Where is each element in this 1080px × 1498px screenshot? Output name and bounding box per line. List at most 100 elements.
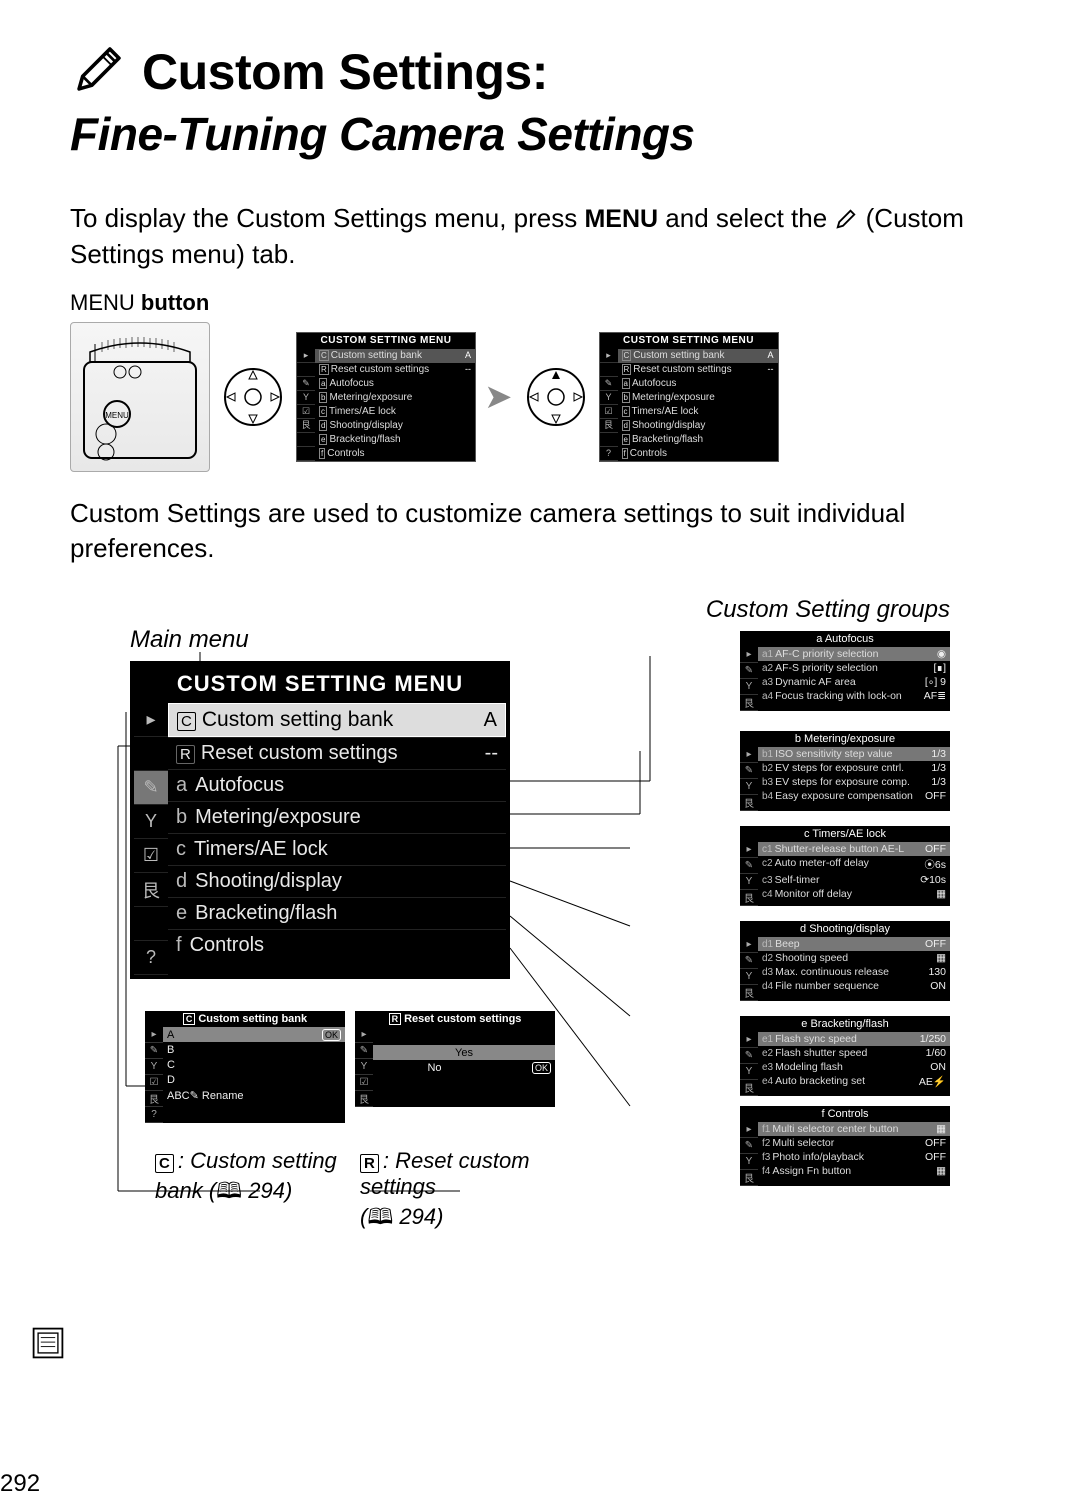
bank-caption-text1: : Custom setting (178, 1148, 337, 1173)
group-title: f Controls (740, 1106, 950, 1122)
sub-lcd-row: AOK (163, 1027, 345, 1042)
lcd-row: cTimers/AE lock (315, 405, 475, 419)
group-title: a Autofocus (740, 631, 950, 647)
bank-caption-page: 294 (248, 1178, 285, 1203)
section-marker-icon (30, 1325, 66, 1366)
sub-lcd-row: NoOK (373, 1060, 555, 1075)
group-lcd-d: d Shooting/display▸✎Y艮d1BeepOFFd2Shootin… (740, 921, 950, 1001)
reset-caption-badge: R (360, 1154, 379, 1173)
big-lcd-row: CCustom setting bankA (168, 703, 506, 737)
sub-lcd-row: ABC✎ Rename (163, 1087, 345, 1103)
group-row: c3Self-timer⟳10s (758, 873, 950, 887)
lcd-row: fControls (315, 447, 475, 461)
sub-lcd-row: C (163, 1057, 345, 1072)
group-lcd-b: b Metering/exposure▸✎Y艮b1ISO sensitivity… (740, 731, 950, 811)
bank-caption-badge: C (155, 1154, 174, 1173)
big-lcd-row: fControls (168, 929, 506, 961)
big-lcd-row: aAutofocus (168, 769, 506, 801)
sub-lcd-row: B (163, 1042, 345, 1057)
big-lcd-row: dShooting/display (168, 865, 506, 897)
lcd-title: CUSTOM SETTING MENU (297, 333, 475, 349)
group-row: f2Multi selectorOFF (758, 1136, 950, 1150)
bank-caption-text2: bank ( (155, 1178, 216, 1203)
page-ref-icon: 🕮 (367, 1204, 399, 1229)
group-lcd-e: e Bracketing/flash▸✎Y艮e1Flash sync speed… (740, 1016, 950, 1096)
main-menu-label: Main menu (130, 626, 249, 654)
lcd-row: CCustom setting bankA (315, 349, 475, 363)
group-title: c Timers/AE lock (740, 826, 950, 842)
group-row: e1Flash sync speed1/250 (758, 1032, 950, 1046)
multi-selector-icon (521, 352, 591, 442)
group-row: c1Shutter-release button AE-LOFF (758, 842, 950, 856)
group-row: b4Easy exposure compensationOFF (758, 789, 950, 803)
menu-keyword: MENU (584, 205, 658, 233)
lcd-row: bMetering/exposure (315, 391, 475, 405)
group-row: e2Flash shutter speed1/60 (758, 1046, 950, 1060)
lcd-row: cTimers/AE lock (618, 405, 778, 419)
bank-caption: C: Custom setting bank (🕮 294) (155, 1148, 365, 1212)
reset-caption-page: 294 (399, 1204, 436, 1229)
group-row: f1Multi selector center button▦ (758, 1122, 950, 1136)
page-number: 292 (0, 1470, 40, 1498)
reset-caption-text1: : Reset custom (383, 1148, 530, 1173)
group-title: e Bracketing/flash (740, 1016, 950, 1032)
group-lcd-a: a Autofocus▸✎Y艮a1AF-C priority selection… (740, 631, 950, 711)
group-row: b3EV steps for exposure comp.1/3 (758, 775, 950, 789)
big-lcd-title: CUSTOM SETTING MENU (134, 665, 506, 703)
group-row: a3Dynamic AF area[∘] 9 (758, 675, 950, 689)
lcd-row: aAutofocus (315, 377, 475, 391)
intro-text-1: To display the Custom Settings menu, pre… (70, 203, 584, 233)
multi-selector-icon (218, 352, 288, 442)
menu-keyword: MENU (70, 290, 135, 315)
big-lcd-row: bMetering/exposure (168, 801, 506, 833)
group-row: d1BeepOFF (758, 937, 950, 951)
big-lcd-row: eBracketing/flash (168, 897, 506, 929)
group-title: d Shooting/display (740, 921, 950, 937)
bank-lcd-title: CCustom setting bank (145, 1011, 345, 1027)
lcd-row: dShooting/display (618, 419, 778, 433)
page-ref-icon: 🕮 (216, 1178, 248, 1203)
lcd-row: dShooting/display (315, 419, 475, 433)
small-lcd-1: CUSTOM SETTING MENU ▸✎Y☑艮 CCustom settin… (296, 332, 476, 462)
group-row: b2EV steps for exposure cntrl.1/3 (758, 761, 950, 775)
arrow-right-icon: ➤ (484, 377, 513, 417)
menu-button-suffix: button (141, 290, 209, 315)
group-row: c2Auto meter-off delay⦿6s (758, 856, 950, 873)
pencil-icon (834, 203, 858, 233)
lcd-row: CCustom setting bankA (618, 349, 778, 363)
heading-row: Custom Settings: (70, 40, 1010, 103)
intro-paragraph: To display the Custom Settings menu, pre… (70, 201, 1010, 272)
lcd-row: eBracketing/flash (618, 433, 778, 447)
group-row: a2AF-S priority selection[∎] (758, 661, 950, 675)
intro-text-2: and select the (658, 203, 834, 233)
page-subtitle: Fine-Tuning Camera Settings (70, 107, 1010, 161)
group-row: e4Auto bracketing setAE⚡ (758, 1074, 950, 1089)
reset-caption: R: Reset custom settings (🕮 294) (360, 1148, 570, 1238)
lcd-row: RReset custom settings-- (618, 363, 778, 377)
group-title: b Metering/exposure (740, 731, 950, 747)
group-row: b1ISO sensitivity step value1/3 (758, 747, 950, 761)
group-row: d3Max. continuous release130 (758, 965, 950, 979)
group-lcd-f: f Controls▸✎Y艮f1Multi selector center bu… (740, 1106, 950, 1186)
custom-setting-groups-label: Custom Setting groups (706, 596, 950, 624)
big-lcd-row: RReset custom settings-- (168, 737, 506, 769)
lcd-row: bMetering/exposure (618, 391, 778, 405)
pencil-icon (70, 40, 128, 103)
menu-button-label: MENU button (70, 290, 1010, 316)
group-row: a1AF-C priority selection◉ (758, 647, 950, 661)
group-row: e3Modeling flashON (758, 1060, 950, 1074)
lower-figure: Main menu Custom Setting groups CUSTOM S… (70, 596, 1010, 1386)
reset-caption-text2: settings (360, 1174, 436, 1199)
group-lcd-c: c Timers/AE lock▸✎Y艮c1Shutter-release bu… (740, 826, 950, 906)
bank-caption-text3: ) (285, 1178, 292, 1203)
body-paragraph-2: Custom Settings are used to customize ca… (70, 496, 1010, 566)
lcd-row: fControls (618, 447, 778, 461)
page-title: Custom Settings: (142, 43, 548, 101)
reset-lcd: RReset custom settings ▸✎Y☑艮 YesNoOK (355, 1011, 555, 1107)
bank-lcd: CCustom setting bank ▸✎Y☑艮? AOKBCDABC✎ R… (145, 1011, 345, 1123)
small-lcd-2: CUSTOM SETTING MENU ▸✎Y☑艮? CCustom setti… (599, 332, 779, 462)
big-lcd-row: cTimers/AE lock (168, 833, 506, 865)
group-row: f3Photo info/playbackOFF (758, 1150, 950, 1164)
camera-illustration: MENU (70, 322, 210, 472)
reset-caption-text4: ) (436, 1204, 443, 1229)
